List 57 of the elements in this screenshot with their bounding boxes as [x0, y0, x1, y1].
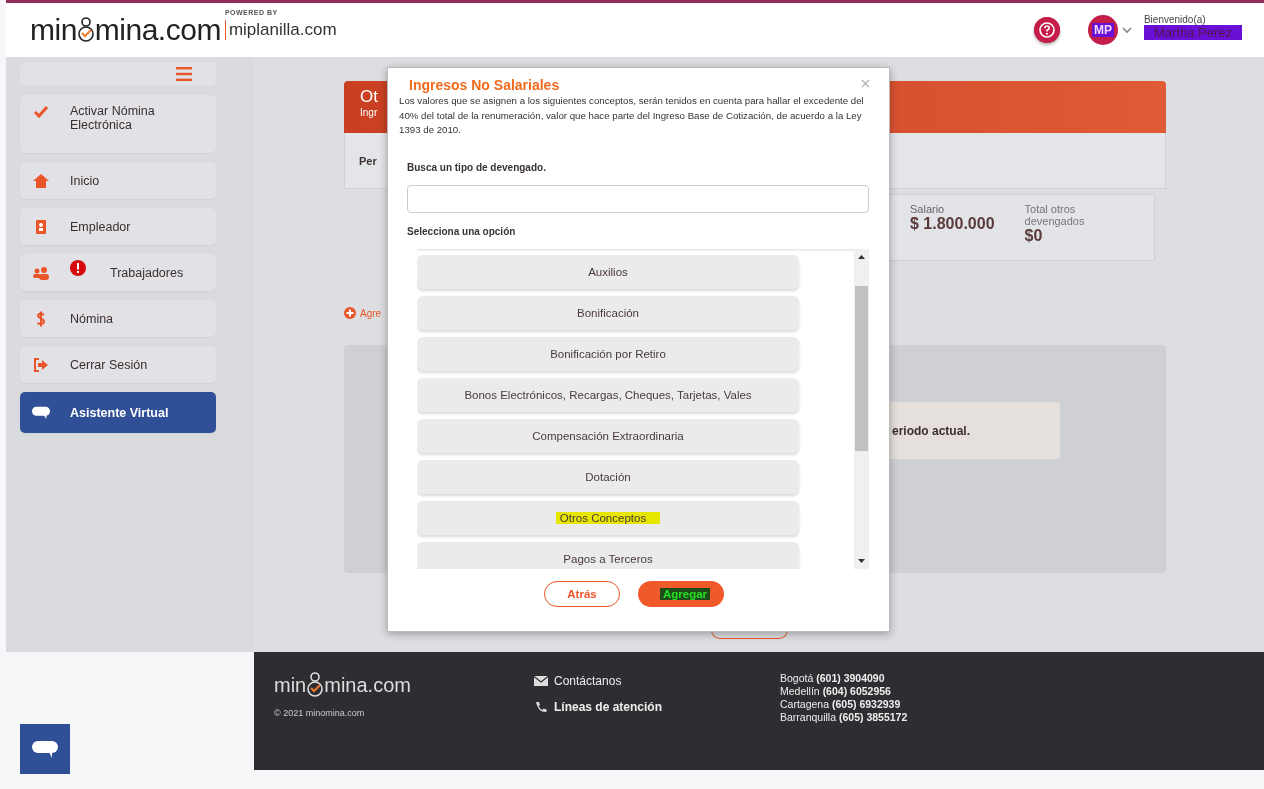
phone-icon: [534, 701, 548, 713]
sidebar-item[interactable]: Activar Nómina Electrónica: [20, 95, 216, 153]
help-icon[interactable]: [1033, 17, 1060, 43]
phone-line: Medellín (604) 6052956: [780, 685, 891, 697]
option-item[interactable]: Bonos Electrónicos, Recargas, Cheques, Tarjetas, Vales: [417, 377, 799, 412]
sidebar-item[interactable]: Inicio: [20, 162, 216, 199]
phone-line: Cartagena (605) 6932939: [780, 698, 901, 710]
contact-link[interactable]: Contáctanos: [554, 674, 622, 688]
phone-line: Barranquilla (605) 3855172: [780, 711, 908, 723]
chevron-down-icon[interactable]: [1121, 26, 1132, 34]
salary-value: $ 1.800.000: [910, 215, 995, 233]
options-label: Selecciona una opción: [407, 225, 516, 237]
option-item[interactable]: Pagos a Terceros: [417, 541, 799, 569]
copyright-text: © 2021 minomina.com: [274, 708, 366, 718]
period-label: Per: [359, 154, 377, 167]
greeting-text: Bienvenido(a): [1143, 14, 1207, 25]
option-item[interactable]: Bonificación por Retiro: [417, 336, 799, 371]
brand-logo[interactable]: min mina.com: [30, 13, 221, 47]
menu-icon[interactable]: [176, 67, 192, 81]
phone-line: Bogotá (601) 3904090: [780, 672, 885, 684]
partner-logo[interactable]: miplanilla.com: [224, 19, 337, 40]
salary-label: Salario: [910, 203, 946, 215]
dialog-title: Ingresos No Salariales: [409, 77, 560, 93]
logout-icon: [32, 356, 50, 373]
total-value: $0: [1024, 227, 1044, 245]
chat-bubble-icon: [32, 739, 58, 759]
dialog-description: Los valores que se asignen a los siguientes conceptos, serán tenidos en cuenta para hallar el excedente del 40% del total de la renumeración, valor que hace parte del Ingreso Base de Cotización, de acuerdo a la Ley 1393 de 2010.: [399, 94, 865, 137]
search-label: Busca un tipo de devengado.: [407, 161, 546, 173]
section-title: Ot: [360, 87, 378, 107]
add-button[interactable]: Agregar: [638, 580, 724, 607]
users-icon: [32, 264, 50, 281]
back-button[interactable]: Atrás: [544, 580, 620, 607]
scrollbar[interactable]: [854, 248, 869, 569]
chat-button[interactable]: [20, 724, 70, 774]
sidebar-item[interactable]: Cerrar Sesión: [20, 346, 216, 383]
option-item[interactable]: Bonificación: [417, 295, 799, 330]
chat-bubble-icon: [32, 404, 50, 421]
check-icon: [32, 104, 50, 120]
total-label: Total otros devengados: [1024, 203, 1086, 227]
plus-circle-icon[interactable]: [344, 307, 356, 319]
mail-icon: [534, 675, 548, 687]
sidebar-item[interactable]: Empleador: [20, 208, 216, 245]
sidebar-item[interactable]: Asistente Virtual: [20, 392, 216, 433]
sidebar-item[interactable]: Trabajadores: [20, 254, 216, 291]
option-item[interactable]: Compensación Extraordinaria: [417, 418, 799, 453]
sidebar-item[interactable]: Nómina: [20, 300, 216, 337]
support-lines-link[interactable]: Líneas de atención: [554, 700, 663, 714]
section-subtitle: Ingr: [360, 107, 378, 118]
user-name: Martha Perez: [1143, 25, 1242, 40]
option-item[interactable]: Otros Conceptos: [417, 500, 799, 535]
search-field[interactable]: [407, 184, 869, 213]
option-item[interactable]: Dotación: [417, 459, 799, 494]
close-icon[interactable]: [861, 79, 870, 88]
option-item[interactable]: Auxilios: [417, 254, 799, 289]
home-icon: [32, 172, 50, 189]
user-avatar[interactable]: MP: [1087, 15, 1118, 45]
footer-logo: min mina.com: [274, 672, 411, 698]
